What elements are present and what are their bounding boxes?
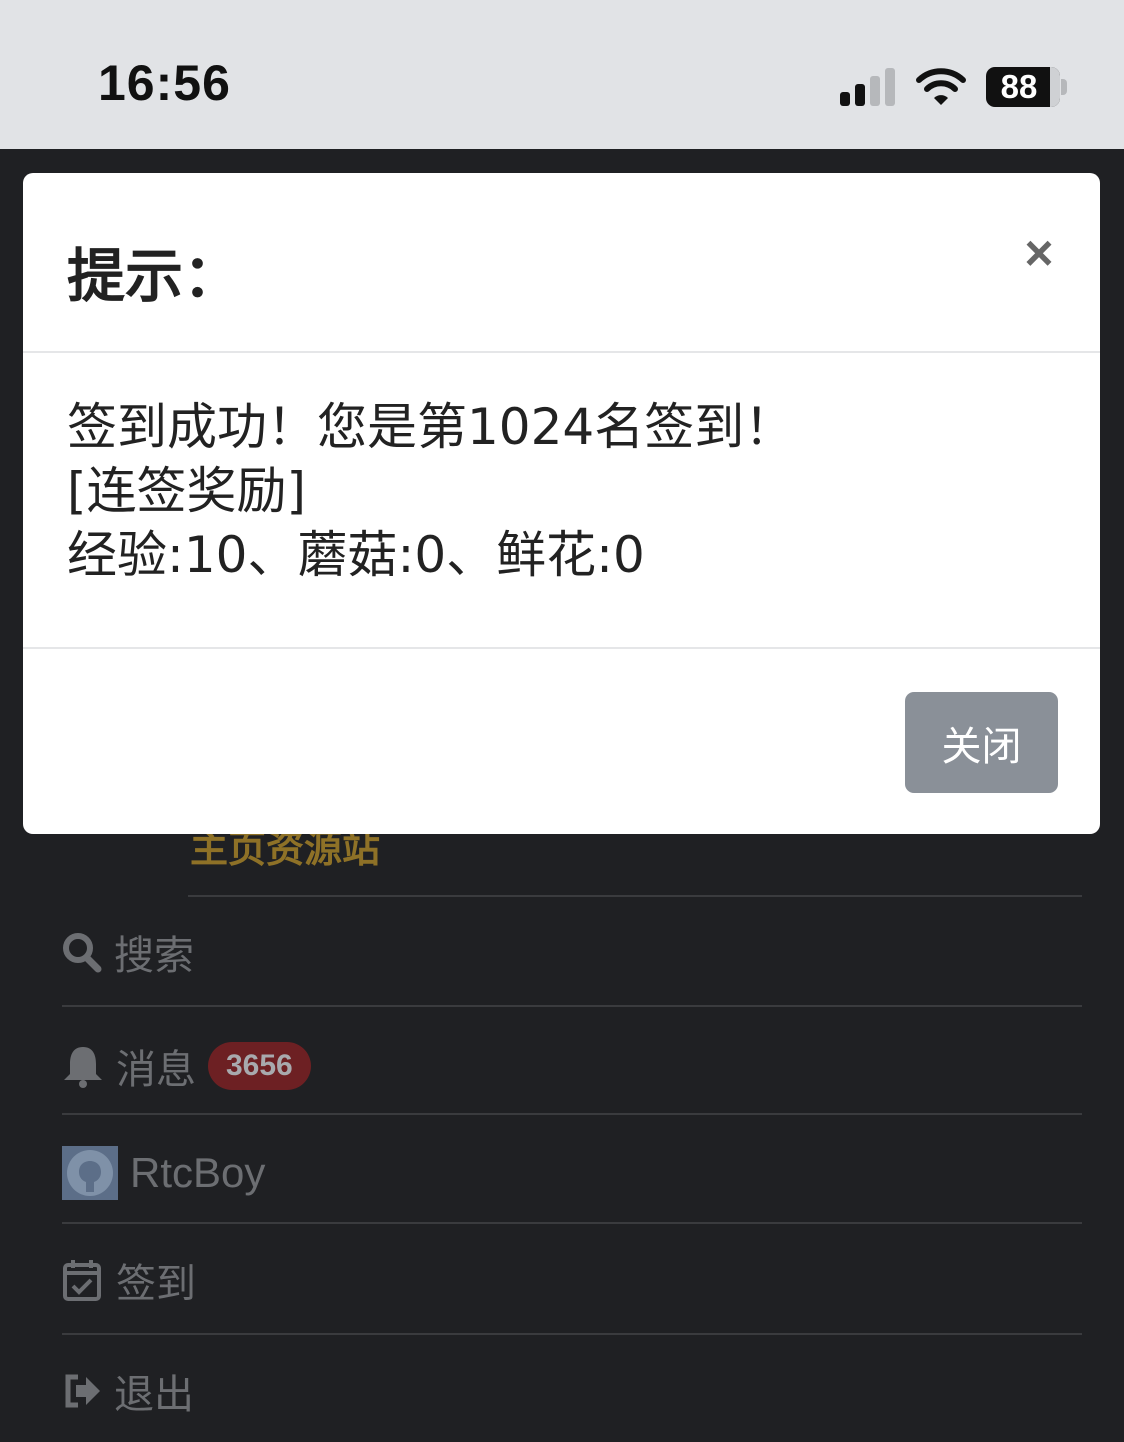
modal-body: 签到成功！您是第1024名签到！ [连签奖励] 经验:10、蘑菇:0、鲜花:0 — [67, 395, 794, 587]
menu-item-logout[interactable]: 退出 — [62, 1361, 194, 1421]
modal-header: 提示： × — [23, 173, 1100, 353]
menu-item-checkin[interactable]: 签到 — [62, 1250, 196, 1310]
menu-item-checkin-label: 签到 — [116, 1261, 196, 1307]
checkin-success-message: 签到成功！您是第1024名签到！ — [67, 398, 795, 456]
search-icon — [63, 933, 102, 973]
close-button[interactable]: 关闭 — [905, 692, 1058, 793]
divider — [62, 1222, 1082, 1224]
sign-out-icon — [65, 1374, 100, 1408]
cellular-signal-icon — [840, 68, 895, 106]
battery-level: 88 — [986, 67, 1060, 107]
reward-details: 经验:10、蘑菇:0、鲜花:0 — [67, 526, 645, 584]
status-time: 16:56 — [98, 55, 231, 111]
bell-icon — [64, 1047, 102, 1088]
modal-title: 提示： — [67, 242, 242, 310]
divider — [62, 1113, 1082, 1115]
user-name: RtcBoy — [130, 1149, 266, 1196]
status-bar: 16:56 88 — [0, 0, 1124, 149]
messages-count-badge: 3656 — [208, 1042, 311, 1090]
menu-item-logout-label: 退出 — [114, 1372, 194, 1418]
menu-item-messages-label: 消息 — [116, 1047, 196, 1093]
alert-modal: 提示： × 签到成功！您是第1024名签到！ [连签奖励] 经验:10、蘑菇:0… — [23, 173, 1100, 834]
divider — [188, 895, 1082, 897]
menu-item-messages[interactable]: 消息 3656 — [62, 1036, 311, 1096]
avatar — [62, 1146, 118, 1200]
divider — [62, 1333, 1082, 1335]
close-icon[interactable]: × — [1019, 228, 1059, 278]
github-avatar-icon — [67, 1150, 113, 1196]
battery-icon: 88 — [986, 67, 1067, 107]
calendar-check-icon — [63, 1260, 101, 1301]
menu-item-search[interactable]: 搜索 — [62, 922, 194, 982]
menu-item-user[interactable]: RtcBoy — [62, 1143, 265, 1203]
modal-footer-divider — [23, 647, 1100, 649]
streak-reward-heading: [连签奖励] — [67, 462, 307, 520]
menu-item-search-label: 搜索 — [114, 933, 194, 979]
divider — [62, 1005, 1082, 1007]
wifi-icon — [916, 68, 966, 105]
